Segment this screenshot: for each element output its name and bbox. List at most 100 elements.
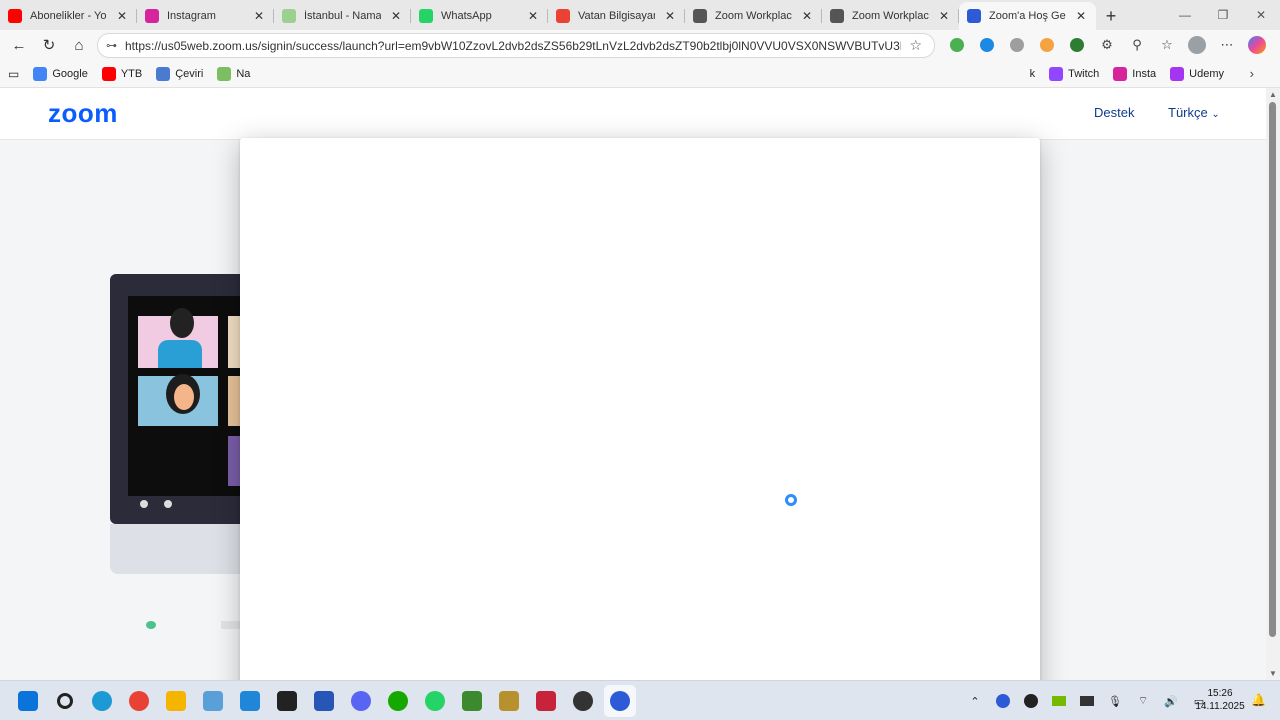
edge-icon[interactable] [86, 685, 118, 717]
udemy-icon [1170, 67, 1185, 81]
app-blue-icon[interactable] [308, 685, 340, 717]
valorant-icon[interactable] [530, 685, 562, 717]
extension-shield-icon[interactable] [945, 33, 969, 57]
browser-tab[interactable]: Instagram ✕ [137, 2, 274, 30]
tray-zoom-icon[interactable] [994, 692, 1012, 710]
reading-view-icon[interactable]: ▭ [8, 67, 19, 81]
language-label: Türkçe [1168, 105, 1208, 120]
system-tray: ⌃ 🎙 ⌔ 🔊 ▭ [966, 681, 1208, 720]
profile-avatar[interactable] [1185, 33, 1209, 57]
favorites-icon[interactable]: ☆ [1155, 33, 1179, 57]
browser-tab[interactable]: WhatsApp ✕ [411, 2, 548, 30]
loading-dialog [240, 138, 1040, 680]
tab-close-icon[interactable]: ✕ [663, 9, 677, 23]
monitor-stand [110, 524, 250, 574]
tab-close-icon[interactable]: ✕ [252, 9, 266, 23]
minimize-icon[interactable]: — [1166, 8, 1204, 22]
copilot-icon[interactable] [1245, 33, 1269, 57]
search-icon[interactable] [49, 685, 81, 717]
back-icon[interactable]: ← [6, 32, 32, 58]
zoom-logo[interactable]: zoom [48, 98, 118, 129]
tab-title: Vatan Bilgisayar Tar [578, 10, 655, 22]
decor-leaf [146, 621, 156, 629]
maximize-icon[interactable]: ❐ [1204, 8, 1242, 22]
browser-tab[interactable]: Zoom Workplace u ✕ [685, 2, 822, 30]
tab-close-icon[interactable]: ✕ [389, 9, 403, 23]
bookmark-item[interactable]: YTB [101, 66, 142, 81]
league-icon[interactable] [493, 685, 525, 717]
whatsapp-icon[interactable] [419, 685, 451, 717]
zoom-icon[interactable] [604, 685, 636, 717]
close-icon[interactable]: ✕ [1242, 8, 1280, 22]
tray-nvidia-icon[interactable] [1050, 692, 1068, 710]
start-icon[interactable] [12, 685, 44, 717]
tab-close-icon[interactable]: ✕ [937, 9, 951, 23]
chrome-icon[interactable] [123, 685, 155, 717]
home-icon[interactable]: ⌂ [66, 32, 92, 58]
scroll-down-icon[interactable]: ▼ [1269, 669, 1277, 678]
address-bar[interactable]: ⊶ https://us05web.zoom.us/signin/success… [97, 33, 935, 58]
address-toolbar: ← ↻ ⌂ ⊶ https://us05web.zoom.us/signin/s… [0, 30, 1280, 60]
extension-orange-icon[interactable] [1035, 33, 1059, 57]
discord-icon[interactable] [345, 685, 377, 717]
bookmark-item[interactable]: k [1030, 68, 1036, 80]
instagram-icon [1113, 67, 1128, 81]
url-text[interactable]: https://us05web.zoom.us/signin/success/l… [125, 39, 901, 53]
browser-tab[interactable]: Zoom Workplace u ✕ [822, 2, 959, 30]
site-info-icon[interactable]: ⊶ [106, 39, 117, 52]
extension-gray-icon[interactable] [1005, 33, 1029, 57]
volume-icon[interactable]: 🔊 [1162, 692, 1180, 710]
browser-tab[interactable]: Vatan Bilgisayar Tar ✕ [548, 2, 685, 30]
bookmarks-bar: ▭ Google YTB Çeviri Na k Twitch Insta Udemy › [0, 60, 1280, 88]
control-dot [140, 500, 148, 508]
support-link[interactable]: Destek [1094, 105, 1134, 120]
upwork-icon[interactable] [382, 685, 414, 717]
tray-app-icon[interactable] [1022, 692, 1040, 710]
scroll-up-icon[interactable]: ▲ [1269, 90, 1277, 99]
wifi-icon[interactable]: ⌔ [1134, 692, 1152, 710]
tray-audio-app-icon[interactable] [1078, 692, 1096, 710]
bookmarks-overflow-chevron-icon[interactable]: › [1250, 66, 1254, 81]
bookmark-label: Çeviri [175, 67, 204, 80]
zoom-header: zoom Destek Türkçe ⌄ [0, 88, 1266, 140]
microphone-icon[interactable]: 🎙 [1106, 692, 1124, 710]
bookmark-item[interactable]: Na [217, 66, 250, 81]
davinci-icon[interactable] [567, 685, 599, 717]
bookmark-item[interactable]: Twitch [1049, 67, 1099, 81]
tab-close-icon[interactable]: ✕ [800, 9, 814, 23]
youtube-icon [8, 9, 22, 23]
browser-tab[interactable]: Zoom'a Hoş Geldin ✕ [959, 2, 1096, 30]
tray-overflow-chevron-icon[interactable]: ⌃ [966, 692, 984, 710]
vscode-glyph [240, 691, 260, 711]
system-clock[interactable]: 15:26 14.11.2025 [1190, 687, 1250, 713]
extensions-puzzle-icon[interactable]: ⚙ [1095, 33, 1119, 57]
reload-icon[interactable]: ↻ [36, 32, 62, 58]
chevron-down-icon: ⌄ [1211, 109, 1220, 120]
bookmark-item[interactable]: Udemy [1170, 67, 1224, 81]
bookmark-item[interactable]: Çeviri [156, 66, 204, 81]
file-explorer-icon[interactable] [160, 685, 192, 717]
whatsapp-icon [419, 9, 433, 23]
page-scrollbar[interactable]: ▲ ▼ [1266, 88, 1280, 680]
tab-close-icon[interactable]: ✕ [526, 9, 540, 23]
bookmark-item[interactable]: Google [33, 66, 88, 81]
performance-icon[interactable]: ⚲ [1125, 33, 1149, 57]
more-menu-icon[interactable]: ⋯ [1215, 33, 1239, 57]
bookmark-item[interactable]: Insta [1113, 67, 1156, 81]
store-icon[interactable] [197, 685, 229, 717]
new-tab-button[interactable]: + [1096, 2, 1126, 30]
tab-title: Zoom Workplace u [852, 10, 929, 22]
favorite-star-icon[interactable]: ☆ [909, 37, 934, 54]
language-selector[interactable]: Türkçe ⌄ [1168, 105, 1220, 120]
browser-tab[interactable]: Abonelikler - YouTu ✕ [0, 2, 137, 30]
extension-green-icon[interactable] [1065, 33, 1089, 57]
notifications-icon[interactable]: 🔔 [1251, 693, 1266, 707]
extension-blue-icon[interactable] [975, 33, 999, 57]
scrollbar-thumb[interactable] [1269, 102, 1276, 637]
browser-tab[interactable]: İstanbul - Namaz V ✕ [274, 2, 411, 30]
vscode-icon[interactable] [234, 685, 266, 717]
tab-close-icon[interactable]: ✕ [1074, 9, 1088, 23]
minecraft-icon[interactable] [456, 685, 488, 717]
app-r-icon[interactable] [271, 685, 303, 717]
tab-close-icon[interactable]: ✕ [115, 9, 129, 23]
